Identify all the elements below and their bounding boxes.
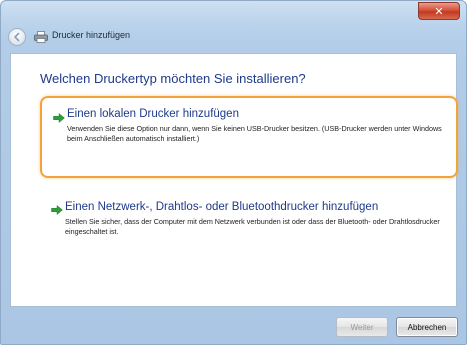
content-panel: Welchen Druckertyp möchten Sie installie… — [10, 53, 458, 307]
option-local-printer-description: Verwenden Sie diese Option nur dann, wen… — [67, 124, 442, 143]
option-network-printer-description: Stellen Sie sicher, dass der Computer mi… — [65, 217, 440, 236]
back-arrow-icon — [14, 32, 20, 42]
option-network-printer-title: Einen Netzwerk-, Drahtlos- oder Bluetoot… — [65, 201, 379, 213]
title-bar: ✕ Drucker hinzufügen — [1, 1, 466, 49]
back-button[interactable] — [8, 28, 26, 46]
green-arrow-icon — [51, 205, 63, 215]
page-heading: Welchen Druckertyp möchten Sie installie… — [40, 71, 306, 86]
window-title: Drucker hinzufügen — [52, 30, 131, 40]
close-button[interactable]: ✕ — [418, 2, 460, 20]
next-button[interactable]: Weiter — [336, 317, 388, 337]
option-network-printer[interactable]: Einen Netzwerk-, Drahtlos- oder Bluetoot… — [40, 192, 458, 246]
option-local-printer[interactable]: Einen lokalen Drucker hinzufügen Verwend… — [40, 96, 458, 178]
cancel-button[interactable]: Abbrechen — [396, 317, 458, 337]
close-icon: ✕ — [434, 4, 444, 18]
green-arrow-icon — [53, 113, 65, 123]
printer-icon — [34, 31, 48, 43]
option-local-printer-title: Einen lokalen Drucker hinzufügen — [67, 108, 239, 120]
add-printer-dialog: ✕ Drucker hinzufügen Welchen Druckertyp … — [0, 0, 467, 345]
